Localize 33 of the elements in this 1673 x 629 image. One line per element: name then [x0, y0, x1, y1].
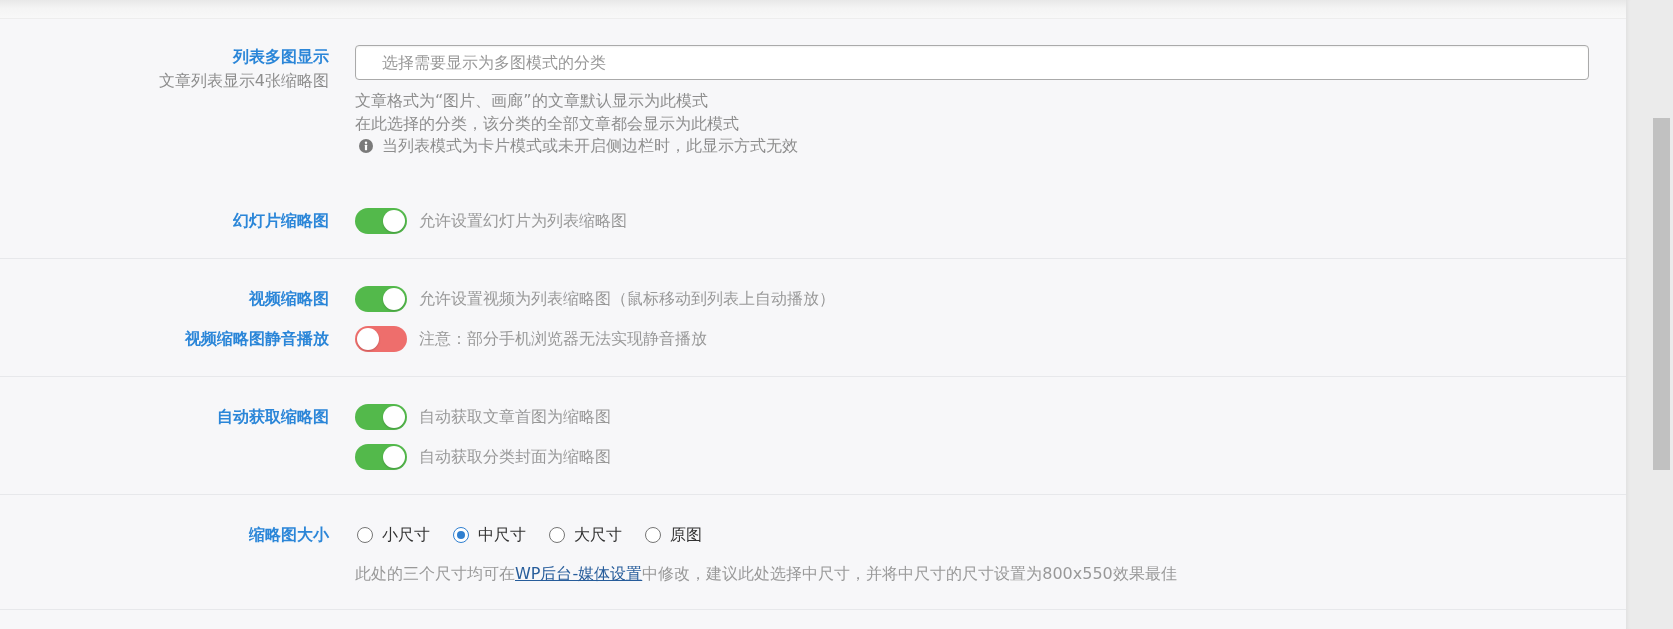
setting-label: 列表多图显示: [233, 46, 329, 68]
radio-label: 原图: [670, 523, 702, 546]
setting-label: 视频缩略图: [249, 287, 329, 310]
setting-label: 自动获取缩略图: [217, 405, 329, 428]
toggle-switch[interactable]: [355, 443, 407, 470]
radio-label: 大尺寸: [574, 523, 622, 546]
media-settings-link[interactable]: WP后台-媒体设置: [515, 563, 643, 583]
info-icon: [359, 139, 373, 154]
radio-label: 中尺寸: [478, 523, 526, 546]
category-select-field[interactable]: 选择需要显示为多图模式的分类: [355, 45, 1589, 80]
radio-button[interactable]: [357, 526, 373, 543]
toggle-description: 自动获取分类封面为缩略图: [419, 445, 611, 468]
radio-button[interactable]: [549, 526, 565, 543]
toggle-description: 注意：部分手机浏览器无法实现静音播放: [419, 327, 707, 350]
radio-button[interactable]: [453, 526, 469, 543]
toggle-switch[interactable]: [355, 403, 407, 430]
toggle-description: 允许设置视频为列表缩略图（鼠标移动到列表上自动播放）: [419, 287, 835, 310]
help-text: 文章格式为“图片、画廊”的文章默认显示为此模式: [355, 90, 709, 112]
toggle-description: 允许设置幻灯片为列表缩略图: [419, 209, 627, 232]
help-text: 当列表模式为卡片模式或未开启侧边栏时，此显示方式无效: [382, 135, 798, 157]
setting-label: 视频缩略图静音播放: [185, 327, 329, 350]
help-text: 在此选择的分类，该分类的全部文章都会显示为此模式: [355, 112, 740, 135]
toggle-switch[interactable]: [355, 207, 407, 234]
setting-label: 幻灯片缩略图: [233, 209, 329, 232]
setting-label: 缩略图大小: [249, 523, 329, 546]
help-text: 此处的三个尺寸均可在WP后台-媒体设置中修改，建议此处选择中尺寸，并将中尺寸的尺寸设置为800x550效果最佳: [355, 562, 1178, 585]
radio-button[interactable]: [645, 526, 661, 543]
toggle-description: 自动获取文章首图为缩略图: [419, 405, 611, 428]
radio-label: 小尺寸: [382, 523, 430, 546]
toggle-switch[interactable]: [355, 325, 407, 352]
scrollbar-thumb[interactable]: [1653, 118, 1670, 470]
setting-sublabel: 文章列表显示4张缩略图: [158, 70, 329, 92]
toggle-switch[interactable]: [355, 285, 407, 312]
